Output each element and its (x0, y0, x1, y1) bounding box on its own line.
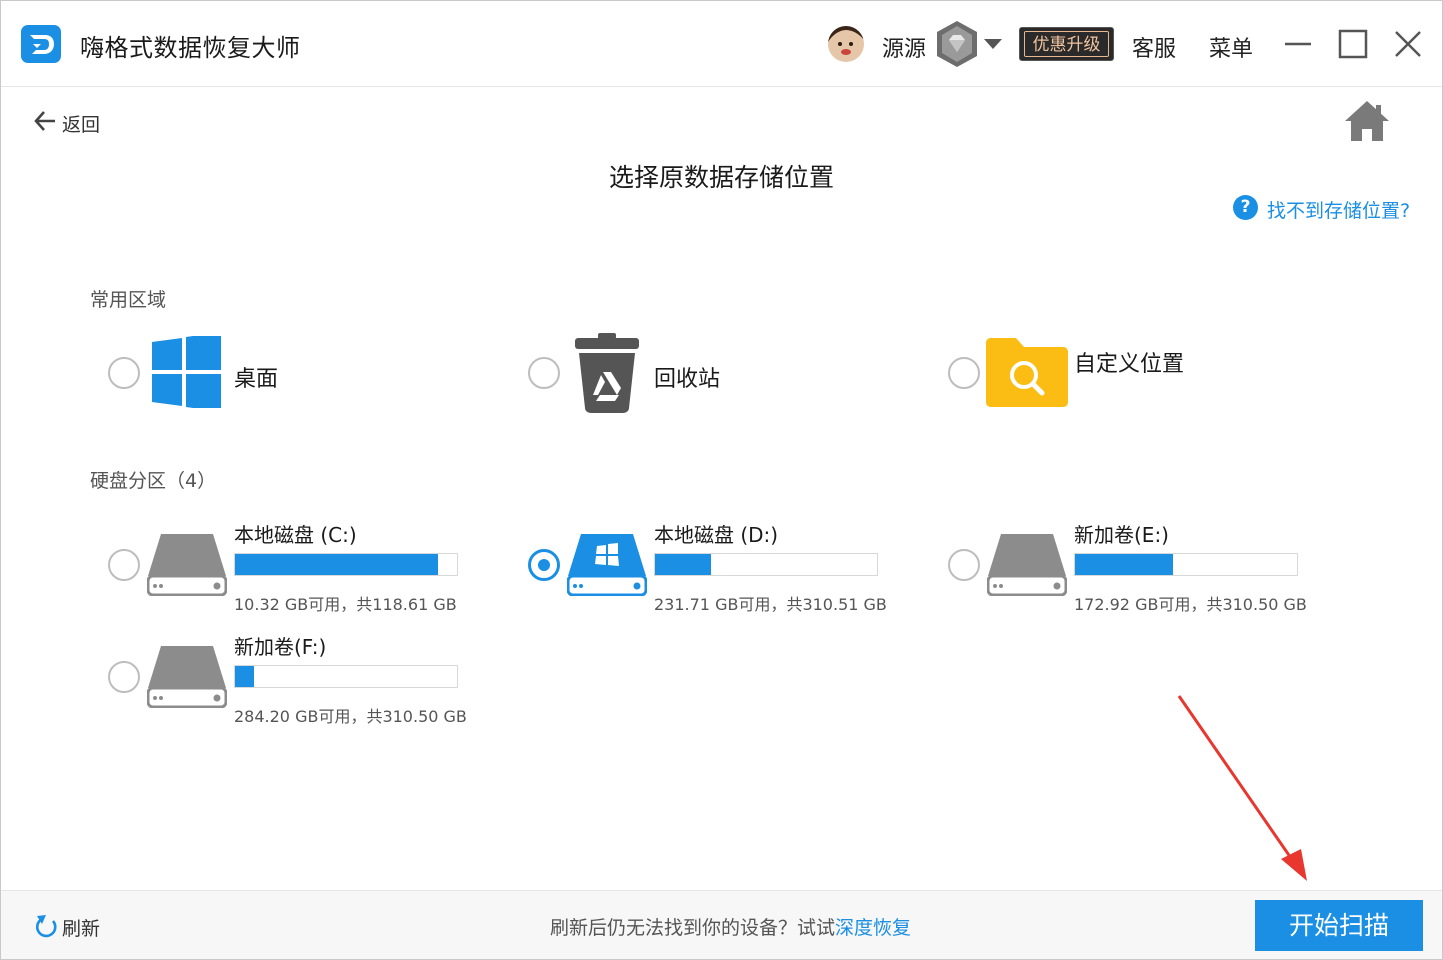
customer-service-link[interactable]: 客服 (1132, 31, 1176, 63)
drive-c-capacity: 10.32 GB可用，共118.61 GB (234, 595, 457, 614)
upgrade-button-label: 优惠升级 (1024, 31, 1109, 57)
custom-location-radio[interactable] (948, 357, 980, 389)
drive-e-usage-bar (1074, 553, 1298, 576)
chevron-down-icon[interactable] (982, 37, 1004, 51)
drive-d-capacity: 231.71 GB可用，共310.51 GB (654, 595, 887, 614)
drives-section-label: 硬盘分区（4） (90, 470, 217, 492)
footer-bar: 刷新 刷新后仍无法找到你的设备？试试深度恢复 开始扫描 (1, 890, 1442, 959)
maximize-icon[interactable] (1336, 27, 1370, 61)
drive-f-usage-fill (235, 666, 254, 687)
menu-button[interactable]: 菜单 (1209, 31, 1253, 63)
windows-icon (152, 336, 221, 408)
drive-f-capacity: 284.20 GB可用，共310.50 GB (234, 707, 467, 726)
recycle-bin-label[interactable]: 回收站 (654, 361, 720, 393)
drive-f-name[interactable]: 新加卷(F:) (234, 631, 326, 660)
close-icon[interactable] (1391, 27, 1425, 61)
username[interactable]: 源源 (882, 31, 926, 63)
hard-drive-icon (147, 646, 227, 708)
start-scan-button[interactable]: 开始扫描 (1255, 900, 1423, 951)
desktop-radio[interactable] (108, 357, 140, 389)
drive-c-usage-bar (234, 553, 458, 576)
refresh-label: 刷新 (62, 918, 101, 940)
refresh-icon (35, 915, 57, 938)
app-logo-icon (21, 25, 61, 63)
common-section-label: 常用区域 (90, 289, 167, 311)
back-button-label: 返回 (62, 114, 101, 136)
desktop-label[interactable]: 桌面 (234, 361, 278, 393)
hard-drive-icon (987, 534, 1067, 596)
drive-e-name[interactable]: 新加卷(E:) (1074, 519, 1169, 548)
drive-d-usage-bar (654, 553, 878, 576)
user-avatar[interactable] (828, 26, 864, 62)
arrow-left-icon (34, 111, 55, 131)
drive-f-radio[interactable] (108, 661, 140, 693)
custom-location-label[interactable]: 自定义位置 (1074, 346, 1184, 378)
drive-f-usage-bar (234, 665, 458, 688)
help-link-label: 找不到存储位置? (1267, 200, 1411, 222)
drive-c-name[interactable]: 本地磁盘 (C:) (234, 519, 357, 548)
drive-d-usage-fill (655, 554, 712, 575)
drive-c-radio[interactable] (108, 549, 140, 581)
drive-e-capacity: 172.92 GB可用，共310.50 GB (1074, 595, 1307, 614)
deep-recovery-link[interactable]: 深度恢复 (835, 917, 911, 939)
title-bar: 嗨格式数据恢复大师 源源 优惠升级 客服 菜单 (1, 1, 1442, 87)
page-title: 选择原数据存储位置 (608, 163, 834, 192)
minimize-icon[interactable] (1281, 27, 1315, 61)
upgrade-button[interactable]: 优惠升级 (1019, 27, 1114, 61)
recycle-bin-radio[interactable] (528, 357, 560, 389)
footer-hint: 刷新后仍无法找到你的设备？试试深度恢复 (550, 913, 911, 940)
drive-c-usage-fill (235, 554, 438, 575)
annotation-arrow (1177, 695, 1307, 881)
vip-diamond-icon[interactable] (935, 20, 979, 68)
drive-d-name[interactable]: 本地磁盘 (D:) (654, 519, 778, 548)
app-title: 嗨格式数据恢复大师 (80, 34, 301, 62)
app-window: 嗨格式数据恢复大师 源源 优惠升级 客服 菜单 返回 选择原数据存储位置 ? 找… (0, 0, 1443, 960)
drive-e-radio[interactable] (948, 549, 980, 581)
home-icon[interactable] (1343, 99, 1391, 143)
recycle-bin-icon (575, 333, 639, 413)
question-icon: ? (1233, 195, 1258, 220)
footer-hint-text: 刷新后仍无法找到你的设备？试试 (550, 917, 836, 939)
drive-d-radio[interactable] (528, 549, 560, 581)
folder-search-icon (986, 338, 1068, 407)
windows-drive-icon (567, 534, 647, 596)
hard-drive-icon (147, 534, 227, 596)
drive-e-usage-fill (1075, 554, 1174, 575)
